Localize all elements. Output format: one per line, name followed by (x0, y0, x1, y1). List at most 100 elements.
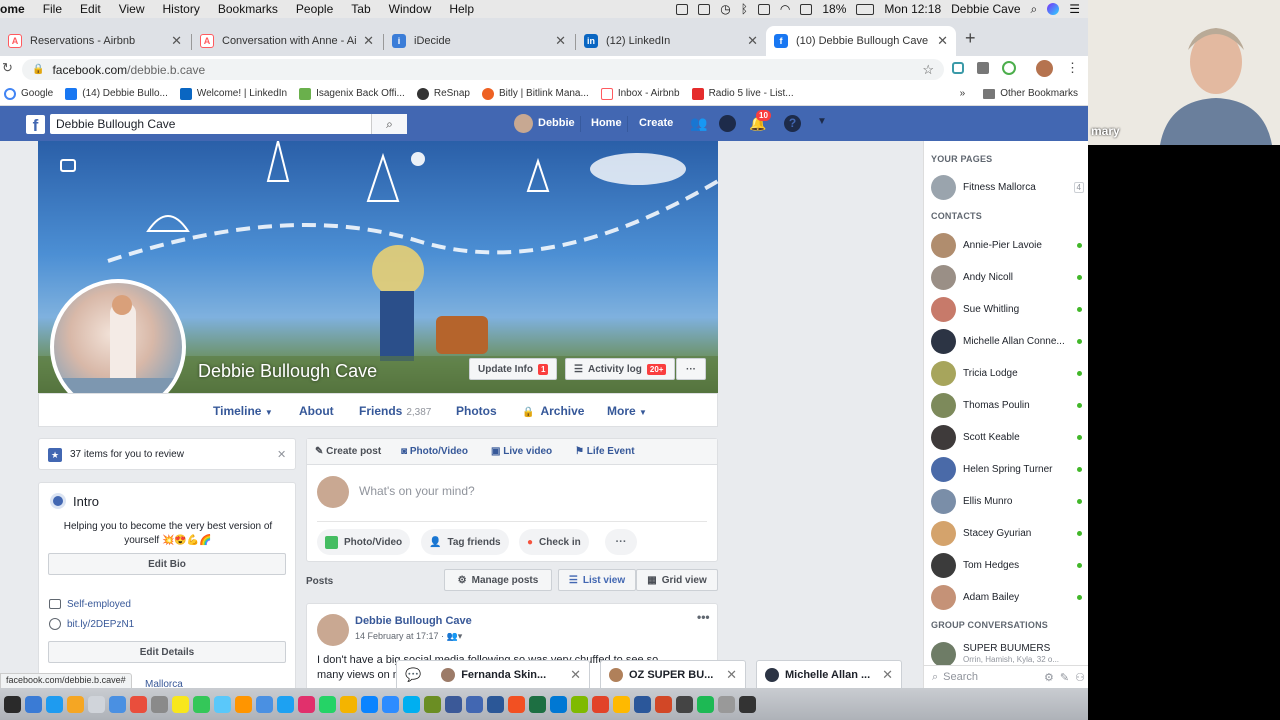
group-conversation-item[interactable]: SUPER BUUMERS Orrin, Hamish, Kyla, 32 o..… (931, 641, 1086, 667)
group-chat-icon[interactable]: ⚇ (1075, 671, 1085, 684)
dock-app-icon[interactable] (529, 695, 546, 713)
dock-app-icon[interactable] (172, 695, 189, 713)
dock-app-icon[interactable] (109, 695, 126, 713)
dock-app-icon[interactable] (340, 695, 357, 713)
contact-item[interactable]: Michelle Allan Conne... (931, 328, 1086, 354)
dock-app-icon[interactable] (319, 695, 336, 713)
composer-more-button[interactable]: ··· (605, 529, 637, 555)
menu-view[interactable]: View (110, 2, 154, 16)
dock-app-icon[interactable] (67, 695, 84, 713)
photo-video-tab[interactable]: ◙ Photo/Video (401, 446, 468, 457)
extension-icon[interactable] (1002, 61, 1016, 75)
status-app-icon[interactable] (757, 3, 770, 15)
help-icon[interactable]: ? (784, 115, 801, 132)
tab-airbnb-conversation[interactable]: A Conversation with Anne - Airbnb ✕ (192, 26, 382, 56)
dock-app-icon[interactable] (4, 695, 21, 713)
chat-tab-michelle[interactable]: Michelle Allan ... ✕ (756, 660, 902, 688)
profile-avatar[interactable] (1036, 60, 1053, 77)
post-author[interactable]: Debbie Bullough Cave (355, 615, 472, 627)
menu-app-name[interactable]: ome (0, 2, 34, 16)
dock-app-icon[interactable] (550, 695, 567, 713)
intro-job[interactable]: Self-employed (67, 599, 131, 610)
clock[interactable]: Mon 12:18 (884, 2, 941, 16)
dock-app-icon[interactable] (739, 695, 756, 713)
contact-item[interactable]: Tom Hedges (931, 552, 1086, 578)
dock-app-icon[interactable] (487, 695, 504, 713)
contact-item[interactable]: Thomas Poulin (931, 392, 1086, 418)
bookmark-linkedin[interactable]: Welcome! | LinkedIn (174, 87, 293, 100)
fb-create-link[interactable]: Create (639, 117, 673, 129)
avatar[interactable] (514, 114, 533, 133)
tab-photos[interactable]: Photos (456, 404, 497, 418)
bookmarks-overflow-chevron[interactable]: » (954, 88, 972, 99)
airplay-icon[interactable] (800, 3, 813, 15)
account-menu-chevron-icon[interactable]: ▼ (817, 116, 827, 127)
dock-app-icon[interactable] (130, 695, 147, 713)
dock-app-icon[interactable] (718, 695, 735, 713)
fb-search-input[interactable]: Debbie Bullough Cave (50, 114, 407, 134)
reload-icon[interactable]: ↻ (2, 60, 13, 76)
intro-link[interactable]: bit.ly/2DEPzN1 (67, 619, 134, 630)
close-icon[interactable]: ✕ (937, 33, 948, 49)
dock-app-icon[interactable] (634, 695, 651, 713)
dock-app-icon[interactable] (466, 695, 483, 713)
page-item-fitness-mallorca[interactable]: Fitness Mallorca 4 (931, 174, 1086, 200)
edit-details-button[interactable]: Edit Details (48, 641, 286, 663)
dock-app-icon[interactable] (508, 695, 525, 713)
dock-app-icon[interactable] (214, 695, 231, 713)
sidebar-search-input[interactable]: Search (943, 671, 978, 683)
battery-percent[interactable]: 18% (822, 2, 846, 16)
notification-center-icon[interactable]: ☰ (1069, 2, 1080, 16)
bluetooth-icon[interactable]: ᛒ (741, 2, 748, 16)
photo-video-button[interactable]: Photo/Video (317, 529, 411, 555)
tag-friends-button[interactable]: 👤 Tag friends (421, 529, 509, 555)
menu-edit[interactable]: Edit (71, 2, 110, 16)
dock-app-icon[interactable] (46, 695, 63, 713)
bookmark-radio5[interactable]: Radio 5 live - List... (686, 87, 800, 100)
lock-icon[interactable]: 🔒 (32, 64, 44, 75)
bookmark-star-icon[interactable]: ☆ (922, 62, 934, 78)
bookmark-facebook[interactable]: (14) Debbie Bullo... (59, 87, 174, 100)
life-event-tab[interactable]: ⚑ Life Event (575, 446, 635, 457)
close-icon[interactable]: ✕ (171, 33, 182, 49)
dock-app-icon[interactable] (697, 695, 714, 713)
menu-file[interactable]: File (34, 2, 71, 16)
dock-app-icon[interactable] (613, 695, 630, 713)
dock-app-icon[interactable] (655, 695, 672, 713)
dock-app-icon[interactable] (361, 695, 378, 713)
contact-item[interactable]: Sue Whitling (931, 296, 1086, 322)
fb-profile-link[interactable]: Debbie (538, 117, 575, 129)
settings-gear-icon[interactable]: ⚙ (1044, 671, 1054, 684)
intro-lives-in[interactable]: Mallorca (145, 679, 183, 688)
extension-icon[interactable] (977, 62, 989, 74)
bookmark-airbnb-inbox[interactable]: Inbox - Airbnb (595, 87, 686, 100)
dock-app-icon[interactable] (88, 695, 105, 713)
dock-app-icon[interactable] (571, 695, 588, 713)
wifi-icon[interactable]: ◠ (780, 2, 790, 16)
contact-item[interactable]: Annie-Pier Lavoie (931, 232, 1086, 258)
close-icon[interactable]: ✕ (570, 667, 581, 683)
bookmark-resnap[interactable]: ReSnap (411, 87, 476, 100)
activity-log-button[interactable]: ☰ Activity log 20+ (565, 358, 676, 380)
time-machine-icon[interactable]: ◷ (720, 2, 730, 16)
list-view-button[interactable]: ☰ List view (558, 569, 636, 591)
status-app-icon[interactable] (698, 3, 711, 15)
new-tab-plus-icon[interactable]: + (965, 28, 976, 49)
contact-item[interactable]: Scott Keable (931, 424, 1086, 450)
battery-icon[interactable] (856, 3, 875, 15)
friends-audience-icon[interactable]: 👥▾ (447, 631, 463, 641)
close-icon[interactable]: ✕ (882, 667, 893, 683)
friend-requests-icon[interactable]: 👥 (690, 115, 707, 132)
chat-tab-fernanda[interactable]: 💬 Fernanda Skin... ✕ (396, 660, 590, 688)
dock-app-icon[interactable] (151, 695, 168, 713)
compose-icon[interactable]: ✎ (1060, 671, 1069, 684)
tab-friends[interactable]: Friends 2,387 (359, 404, 431, 418)
grid-view-button[interactable]: ▦ Grid view (636, 569, 718, 591)
create-post-tab[interactable]: ✎ Create post (315, 446, 381, 457)
close-icon[interactable]: ✕ (747, 33, 758, 49)
tab-airbnb-reservations[interactable]: A Reservations - Airbnb ✕ (0, 26, 190, 56)
contact-item[interactable]: Stacey Gyurian (931, 520, 1086, 546)
post-date[interactable]: 14 February at 17:17 · 👥▾ (355, 631, 462, 642)
close-icon[interactable]: ✕ (277, 448, 286, 461)
fb-home-link[interactable]: Home (591, 117, 622, 129)
